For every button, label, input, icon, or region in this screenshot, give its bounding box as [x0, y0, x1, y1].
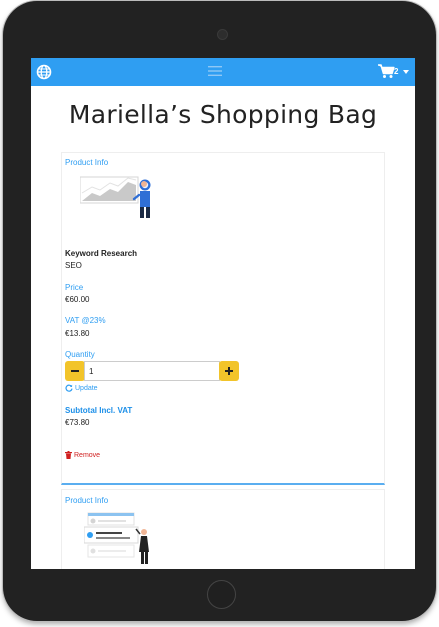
vat-value: €13.80	[65, 329, 90, 338]
page-title: Mariella’s Shopping Bag	[68, 100, 378, 129]
menu-icon[interactable]	[207, 64, 223, 78]
remove-link[interactable]: Remove	[65, 451, 100, 459]
update-link[interactable]: Update	[65, 384, 98, 392]
remove-label: Remove	[74, 451, 101, 459]
home-button[interactable]	[207, 580, 236, 609]
tablet-frame: 2 Mariella’s Shopping Bag Product Info K…	[3, 1, 436, 621]
product-illustration	[80, 176, 151, 218]
subtotal-label: Subtotal Incl. VAT	[65, 406, 133, 415]
navbar: 2	[31, 58, 415, 86]
product-name: Keyword Research	[65, 249, 138, 258]
cart-icon[interactable]	[377, 63, 395, 79]
decrement-button[interactable]	[65, 361, 85, 381]
product-category: SEO	[65, 261, 82, 270]
cart-item-card: Product Info Keyword Research SEO Price …	[61, 152, 385, 485]
minus-icon	[71, 370, 79, 372]
price-value: €60.00	[65, 295, 90, 304]
vat-label: VAT @23%	[65, 316, 106, 325]
subtotal-value: €73.80	[65, 418, 90, 427]
product-illustration	[84, 512, 149, 564]
chevron-down-icon[interactable]	[403, 70, 409, 74]
quantity-label: Quantity	[65, 350, 95, 359]
plus-icon	[225, 367, 233, 375]
cart-item-card: Product Info	[61, 489, 385, 569]
product-info-label: Product Info	[65, 158, 109, 167]
trash-icon	[65, 451, 72, 459]
globe-icon[interactable]	[36, 64, 52, 80]
increment-button[interactable]	[219, 361, 239, 381]
screen: 2 Mariella’s Shopping Bag Product Info K…	[31, 58, 415, 569]
quantity-stepper: 1	[65, 361, 239, 381]
update-label: Update	[75, 384, 98, 392]
cart-count-badge[interactable]: 2	[394, 67, 398, 76]
camera	[217, 29, 228, 40]
price-label: Price	[65, 283, 84, 292]
refresh-icon	[65, 384, 73, 392]
quantity-field[interactable]: 1	[84, 361, 220, 381]
product-info-label: Product Info	[65, 496, 109, 505]
